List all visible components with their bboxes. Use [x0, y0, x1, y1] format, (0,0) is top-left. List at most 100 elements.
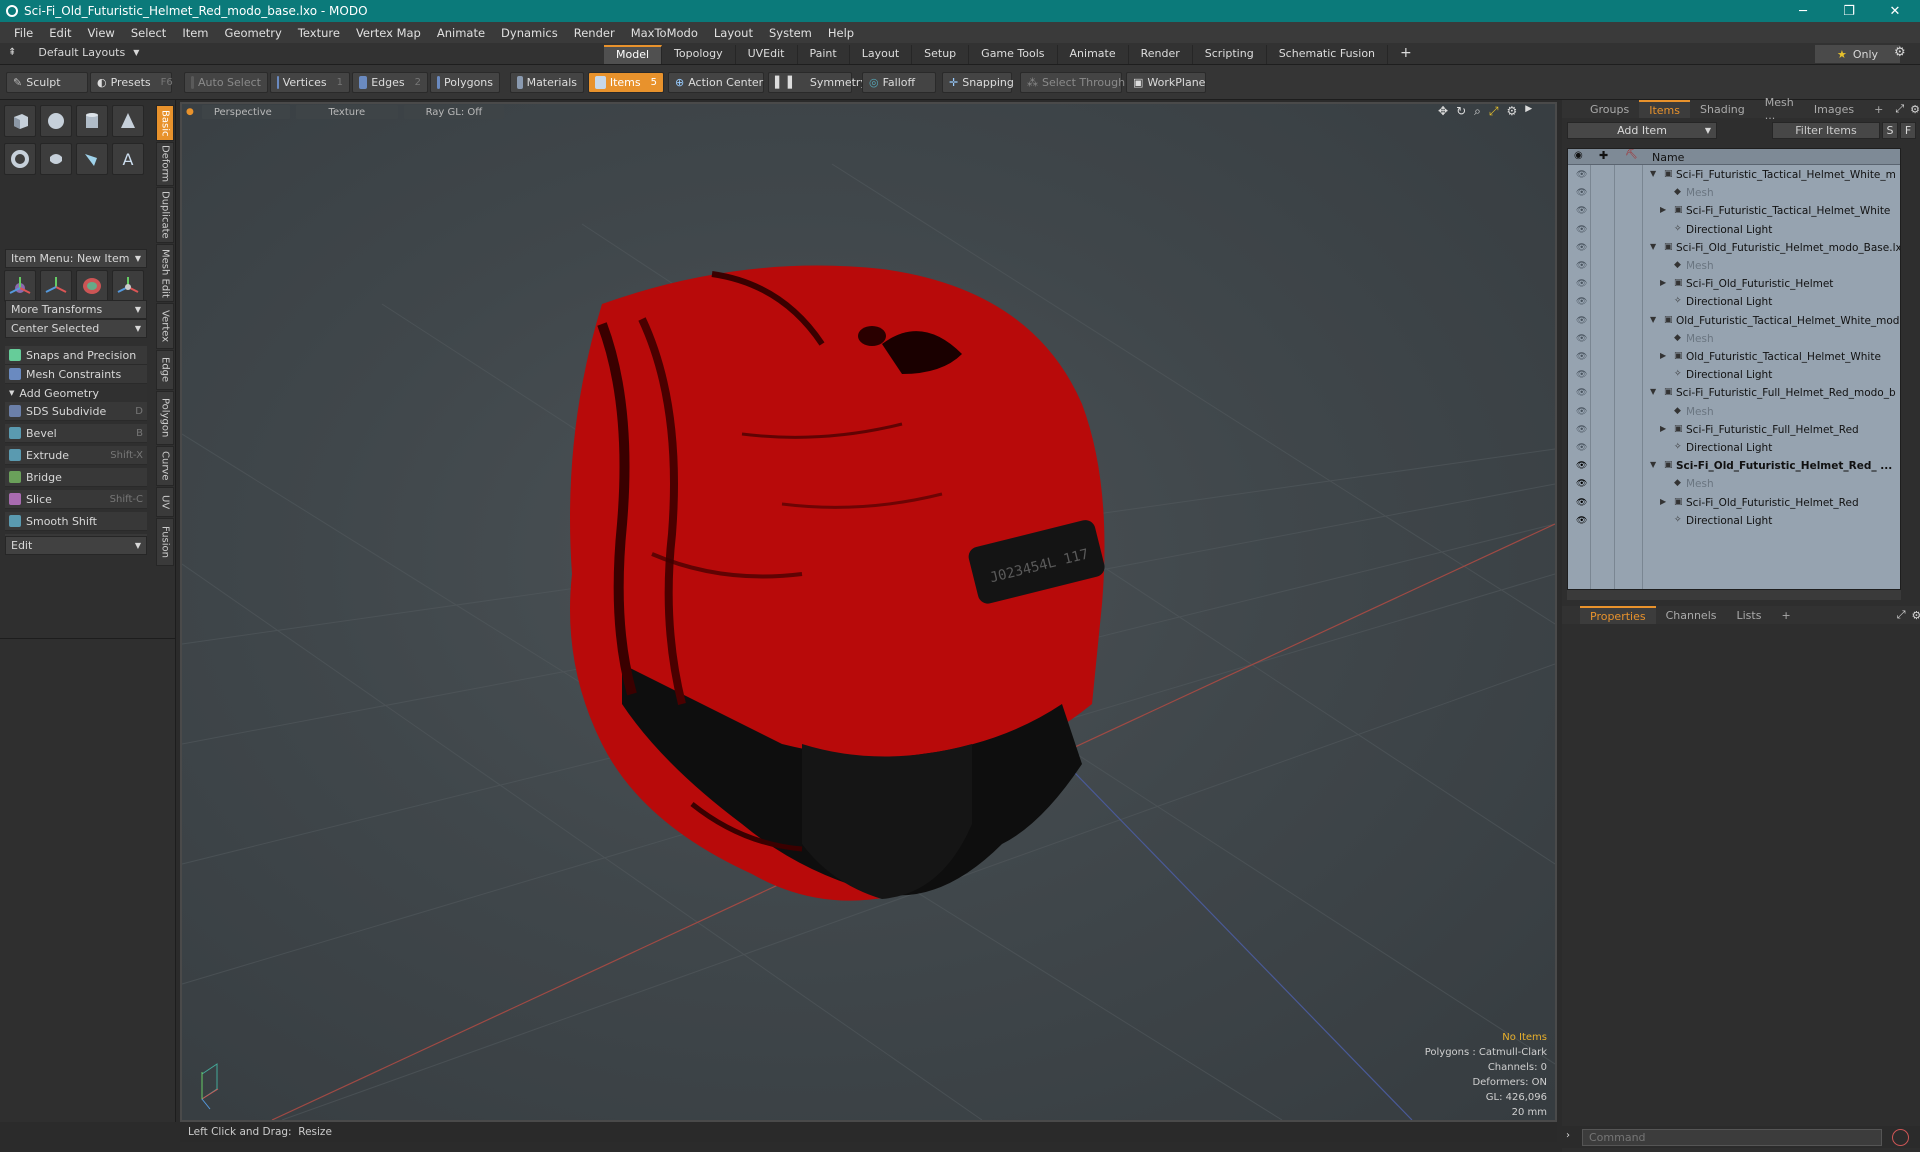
tab-uvedit[interactable]: UVEdit — [736, 45, 798, 64]
viewport-menu-icon[interactable]: ● — [186, 107, 194, 117]
gear-icon[interactable]: ⚙ — [1894, 45, 1906, 60]
action-center-button[interactable]: ⊕ Action Center — [668, 72, 764, 93]
vtab-duplicate[interactable]: Duplicate — [156, 187, 174, 243]
minimize-icon[interactable]: ─ — [1780, 0, 1826, 22]
type-column-icon[interactable]: ⛏ — [1625, 149, 1638, 160]
eye-icon[interactable]: 👁 — [1576, 352, 1587, 363]
eye-icon[interactable]: 👁 — [1576, 425, 1587, 436]
record-icon[interactable] — [1892, 1129, 1909, 1146]
menu-animate[interactable]: Animate — [429, 26, 493, 40]
polygons-button[interactable]: Polygons — [430, 72, 500, 93]
scale-tool[interactable] — [76, 270, 108, 302]
select-through-button[interactable]: ⁂ Select Through — [1020, 72, 1125, 93]
item-row[interactable]: 👁 ▶ ▣ Sci-Fi_Old_Futuristic_Helmet_Red — [1568, 495, 1900, 513]
eye-icon[interactable]: 👁 — [1576, 334, 1587, 345]
menu-layout[interactable]: Layout — [706, 26, 761, 40]
add-item-dropdown[interactable]: Add Item ▼ — [1567, 122, 1717, 139]
center-selected-dropdown[interactable]: Center Selected ▼ — [5, 319, 147, 338]
vtab-fusion[interactable]: Fusion — [156, 518, 174, 566]
restore-icon[interactable]: ❐ — [1826, 0, 1872, 22]
texture-dropdown[interactable]: Texture — [295, 105, 398, 119]
viewport-gear-icon[interactable]: ⚙ — [1506, 104, 1517, 119]
item-row[interactable]: 👁 ▶ ▣ Sci-Fi_Old_Futuristic_Helmet — [1568, 276, 1900, 294]
tab-lists[interactable]: Lists — [1727, 606, 1772, 624]
item-row[interactable]: 👁 ▶ ▣ Sci-Fi_Futuristic_Full_Helmet_Red — [1568, 422, 1900, 440]
tool-slice[interactable]: Slice Shift-C — [5, 490, 147, 509]
tab-groups[interactable]: Groups — [1580, 100, 1639, 118]
eye-icon[interactable]: 👁 — [1576, 461, 1587, 472]
tab-shading[interactable]: Shading — [1690, 100, 1755, 118]
lock-column-icon[interactable]: ✚ — [1599, 149, 1608, 162]
menu-geometry[interactable]: Geometry — [217, 26, 290, 40]
menu-edit[interactable]: Edit — [41, 26, 79, 40]
tab-schematic-fusion[interactable]: Schematic Fusion — [1267, 45, 1389, 64]
add-tab-icon[interactable]: + — [1388, 45, 1424, 64]
tab-mesh[interactable]: Mesh ... — [1755, 96, 1804, 122]
falloff-button[interactable]: ◎ Falloff — [862, 72, 936, 93]
eye-icon[interactable]: 👁 — [1576, 388, 1587, 399]
name-column-header[interactable]: Name — [1652, 151, 1684, 164]
maximize-icon[interactable]: ⤢ — [1489, 104, 1499, 119]
item-row[interactable]: 👁 ◆ Mesh — [1568, 258, 1900, 276]
collapse-icon[interactable]: ▶ — [1660, 497, 1666, 506]
torus-tool[interactable] — [4, 143, 36, 175]
tab-layout[interactable]: Layout — [850, 45, 913, 64]
item-row[interactable]: 👁 ✧ Directional Light — [1568, 294, 1900, 312]
vtab-vertex[interactable]: Vertex — [156, 303, 174, 349]
orbit-icon[interactable]: ↻ — [1456, 104, 1466, 119]
eye-icon[interactable]: 👁 — [1576, 206, 1587, 217]
edges-button[interactable]: Edges 2 — [352, 72, 428, 93]
close-icon[interactable]: ✕ — [1872, 0, 1918, 22]
vtab-polygon[interactable]: Polygon — [156, 391, 174, 445]
item-row[interactable]: 👁 ✧ Directional Light — [1568, 513, 1900, 531]
item-row[interactable]: 👁 ▼ ▣ Old_Futuristic_Tactical_Helmet_White_… — [1568, 313, 1900, 331]
menu-system[interactable]: System — [761, 26, 820, 40]
perspective-dropdown[interactable]: Perspective — [201, 105, 290, 119]
tab-model[interactable]: Model — [604, 45, 663, 64]
pan-icon[interactable]: ✥ — [1438, 104, 1448, 119]
tab-channels[interactable]: Channels — [1656, 606, 1727, 624]
tab-scripting[interactable]: Scripting — [1193, 45, 1267, 64]
snapping-button[interactable]: ✛ Snapping — [942, 72, 1014, 93]
only-button[interactable]: ★ Only — [1815, 45, 1900, 63]
vtab-basic[interactable]: Basic — [156, 105, 174, 141]
item-list[interactable]: ◉ ✚ ⛏ Name 👁 ▼ ▣ Sci-Fi_Futuristic_Tactical… — [1567, 148, 1901, 590]
expand-icon[interactable]: ▼ — [1650, 242, 1656, 251]
item-row[interactable]: 👁 ✧ Directional Light — [1568, 222, 1900, 240]
eye-icon[interactable]: 👁 — [1576, 407, 1587, 418]
item-row[interactable]: 👁 ◆ Mesh — [1568, 331, 1900, 349]
eye-icon[interactable]: 👁 — [1576, 479, 1587, 490]
vtab-uv[interactable]: UV — [156, 487, 174, 517]
menu-render[interactable]: Render — [566, 26, 623, 40]
expand-icon[interactable]: ▼ — [1650, 387, 1656, 396]
vtab-curve[interactable]: Curve — [156, 446, 174, 486]
visibility-column-icon[interactable]: ◉ — [1574, 150, 1583, 161]
menu-dynamics[interactable]: Dynamics — [493, 26, 566, 40]
pen-tool[interactable] — [76, 143, 108, 175]
item-menu-dropdown[interactable]: Item Menu: New Item ▼ — [5, 249, 147, 268]
f-button[interactable]: F — [1900, 122, 1916, 139]
snaps-precision-button[interactable]: Snaps and Precision — [5, 346, 147, 365]
eye-icon[interactable]: 👁 — [1576, 279, 1587, 290]
collapse-icon[interactable]: ▶ — [1660, 351, 1666, 360]
cube-tool[interactable] — [4, 105, 36, 137]
sphere-tool[interactable] — [40, 105, 72, 137]
item-row[interactable]: 👁 ▶ ▣ Old_Futuristic_Tactical_Helmet_White — [1568, 349, 1900, 367]
collapse-icon[interactable]: ▶ — [1660, 278, 1666, 287]
collapse-icon[interactable]: ▶ — [1660, 424, 1666, 433]
capsule-tool[interactable] — [40, 143, 72, 175]
menu-view[interactable]: View — [80, 26, 123, 40]
tab-render[interactable]: Render — [1129, 45, 1193, 64]
transform-tool[interactable] — [112, 270, 144, 302]
tab-topology[interactable]: Topology — [662, 45, 736, 64]
menu-vertex-map[interactable]: Vertex Map — [348, 26, 429, 40]
item-row[interactable]: 👁 ✧ Directional Light — [1568, 440, 1900, 458]
tool-extrude[interactable]: Extrude Shift-X — [5, 446, 147, 465]
vtab-mesh-edit[interactable]: Mesh Edit — [156, 244, 174, 302]
tool-sds-subdivide[interactable]: SDS Subdivide D — [5, 402, 147, 421]
tab-setup[interactable]: Setup — [912, 45, 970, 64]
tab-animate[interactable]: Animate — [1058, 45, 1129, 64]
vtab-edge[interactable]: Edge — [156, 350, 174, 390]
text-tool[interactable]: A — [112, 143, 144, 175]
viewport-more-icon[interactable]: ▶ — [1525, 104, 1532, 119]
